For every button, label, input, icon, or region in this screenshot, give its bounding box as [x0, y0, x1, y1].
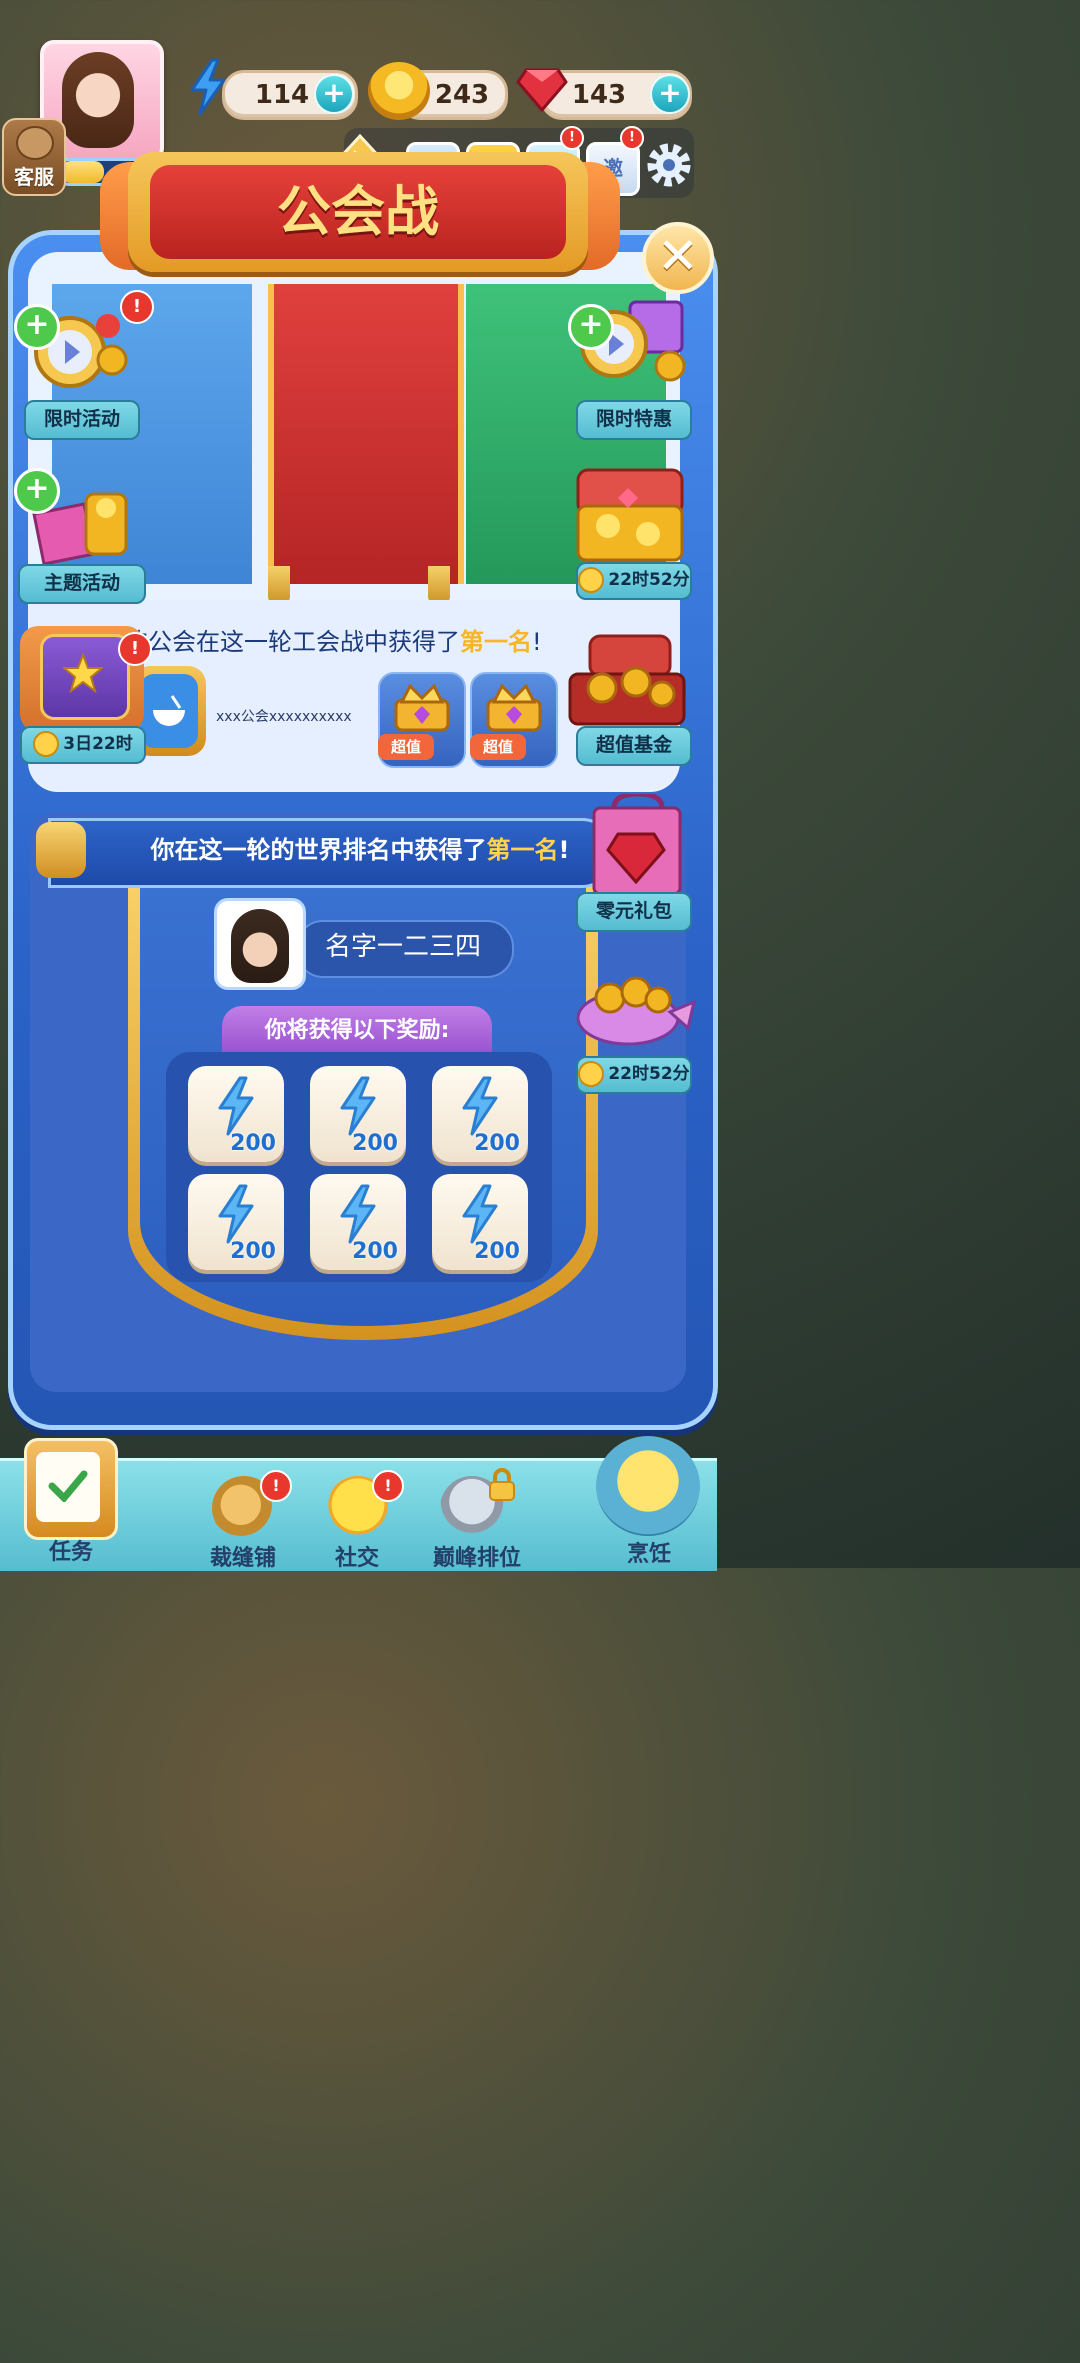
- nav-tailor-shop[interactable]: 裁缝铺: [188, 1540, 298, 1572]
- player-name: 名字一二三四: [324, 932, 481, 962]
- gear-icon[interactable]: [644, 140, 694, 190]
- guild-result-message: 你的公会在这一轮工会战中获得了第一名!: [100, 622, 620, 662]
- piggy-timer-text: 22时52分: [608, 1064, 690, 1084]
- clock-icon: [578, 1061, 605, 1087]
- clock-icon: [578, 567, 605, 593]
- energy-bolt-icon: [462, 1184, 498, 1244]
- reward-quantity: 200: [230, 1131, 276, 1156]
- alert-badge: !: [120, 290, 154, 324]
- energy-bolt-icon: [462, 1076, 498, 1136]
- reward-quantity: 200: [352, 1131, 398, 1156]
- clock-icon: [33, 731, 60, 757]
- gem-plus-button[interactable]: +: [650, 74, 690, 114]
- social-alert-badge: !: [372, 1470, 404, 1502]
- treasure-chest-button[interactable]: [572, 460, 692, 570]
- reward-item[interactable]: 200: [432, 1174, 528, 1270]
- rank-scroll-cap: [36, 822, 86, 878]
- value-fund-button[interactable]: [566, 630, 690, 740]
- red-banner: [268, 284, 464, 584]
- reward-quantity: 200: [352, 1239, 398, 1264]
- alert-badge: !: [118, 632, 152, 666]
- world-rank-place: 第一名: [486, 836, 559, 864]
- reward-item[interactable]: 200: [432, 1066, 528, 1162]
- guild-name: xxx公会xxxxxxxxxx: [216, 709, 352, 725]
- invite-alert-badge: !: [620, 126, 644, 150]
- task-paper: [36, 1452, 100, 1522]
- gem-bag-icon: [592, 791, 682, 896]
- reward-quantity: 200: [474, 1239, 520, 1264]
- treasure-chest-icon: [576, 468, 684, 562]
- checkmark-icon: [48, 1470, 88, 1502]
- rice-bowl-icon: [153, 695, 185, 726]
- tailor-alert-badge: !: [260, 1470, 292, 1502]
- reward-item[interactable]: 200: [310, 1174, 406, 1270]
- theme-event-label: 主题活动: [18, 564, 146, 604]
- lock-icon: [489, 1468, 515, 1501]
- energy-bolt-icon: [218, 1076, 254, 1136]
- star-card: [40, 634, 130, 720]
- player-portrait: [231, 909, 289, 983]
- page-title: 公会战: [277, 180, 439, 243]
- energy-bolt-icon: [340, 1076, 376, 1136]
- star-pack-timer-text: 3日22时: [63, 734, 133, 754]
- ruby-gem-icon: [516, 68, 568, 112]
- customer-service-button[interactable]: 客服: [2, 118, 66, 196]
- reward-item[interactable]: 200: [310, 1066, 406, 1162]
- value-tag-2: 超值: [470, 734, 526, 760]
- add-badge: +: [568, 304, 614, 350]
- reward-item[interactable]: 200: [188, 1066, 284, 1162]
- coin-chest-icon: [568, 634, 686, 726]
- guild-emblem-inner: [140, 674, 198, 748]
- limited-offer-label: 限时特惠: [576, 400, 692, 440]
- nav-tasks[interactable]: 任务: [16, 1534, 126, 1566]
- nav-cooking[interactable]: 烹饪: [594, 1536, 704, 1568]
- value-fund-label: 超值基金: [576, 726, 692, 766]
- chest-timer-text: 22时52分: [608, 570, 690, 590]
- plane-coins-icon: [576, 976, 697, 1046]
- reward-quantity: 200: [474, 1131, 520, 1156]
- player-portrait-card[interactable]: [214, 898, 306, 990]
- crown-chest-icon: [394, 683, 450, 732]
- world-rank-prefix: 你在这一轮的世界排名中获得了: [150, 836, 487, 864]
- piggy-timer: 22时52分: [576, 1056, 692, 1094]
- energy-bolt-icon: [340, 1184, 376, 1244]
- reward-title: 你将获得以下奖励:: [264, 1018, 450, 1043]
- chest-timer: 22时52分: [576, 562, 692, 600]
- guild-result-place: 第一名: [460, 628, 532, 656]
- star-icon: [63, 653, 103, 693]
- free-gift-label: 零元礼包: [576, 892, 692, 932]
- customer-service-label: 客服: [14, 165, 54, 189]
- add-badge: +: [14, 304, 60, 350]
- energy-bolt-icon: [218, 1184, 254, 1244]
- cooking-pot-icon[interactable]: [596, 1436, 700, 1536]
- star-pack-timer: 3日22时: [20, 726, 146, 764]
- avatar-portrait: [62, 52, 134, 148]
- reward-quantity: 200: [230, 1239, 276, 1264]
- nav-peak-ranking[interactable]: 巅峰排位: [412, 1540, 542, 1572]
- energy-bolt-icon: [190, 58, 226, 116]
- bear-icon: [16, 126, 54, 160]
- coin-icon: [368, 62, 430, 120]
- guild-result-prefix: 你的公会在这一轮工会战中获得了: [100, 628, 460, 656]
- world-rank-message: 你在这一轮的世界排名中获得了第一名!: [100, 818, 620, 882]
- free-gift-button[interactable]: [584, 791, 694, 904]
- energy-plus-button[interactable]: +: [314, 74, 354, 114]
- reward-item[interactable]: 200: [188, 1174, 284, 1270]
- crown-chest-icon: [486, 683, 542, 732]
- add-badge: +: [14, 468, 60, 514]
- world-rank-suffix: !: [558, 836, 570, 864]
- guild-result-suffix: !: [532, 628, 542, 656]
- nav-social[interactable]: 社交: [302, 1540, 412, 1572]
- value-tag-1: 超值: [378, 734, 434, 760]
- limited-event-label: 限时活动: [24, 400, 140, 440]
- calendar-alert-badge: !: [560, 126, 584, 150]
- xp-bar-fill: [61, 161, 105, 183]
